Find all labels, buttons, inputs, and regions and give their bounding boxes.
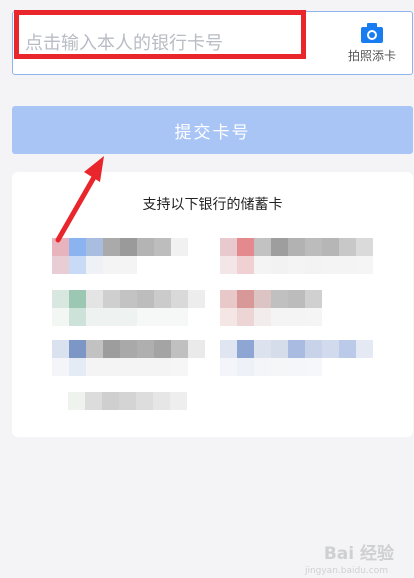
supported-banks-panel: 支持以下银行的储蓄卡 xyxy=(12,172,413,437)
bank-logo xyxy=(220,358,322,376)
bank-logo xyxy=(52,256,137,274)
bank-logo xyxy=(220,256,373,274)
photo-add-label: 拍照添卡 xyxy=(347,48,396,63)
bank-logo xyxy=(68,392,187,410)
bank-logo xyxy=(52,340,205,358)
bank-logo xyxy=(52,238,188,256)
bank-logo xyxy=(52,358,188,376)
bank-logo xyxy=(52,290,205,308)
photo-add-card-button[interactable]: 拍照添卡 xyxy=(332,12,412,74)
submit-card-button[interactable]: 提交卡号 xyxy=(12,106,413,154)
baidu-watermark-url: jingyan.baidu.com xyxy=(304,566,388,576)
bank-logo xyxy=(220,308,322,326)
bank-logo xyxy=(220,340,373,358)
card-number-field-container: 拍照添卡 xyxy=(12,11,413,75)
supported-banks-title: 支持以下银行的储蓄卡 xyxy=(142,197,283,213)
bank-logo xyxy=(52,308,188,326)
camera-icon xyxy=(361,22,383,43)
bank-logo xyxy=(220,290,322,308)
baidu-watermark: Bai 经验 xyxy=(323,544,394,564)
bank-logo xyxy=(220,238,373,256)
card-number-input[interactable] xyxy=(13,12,333,74)
